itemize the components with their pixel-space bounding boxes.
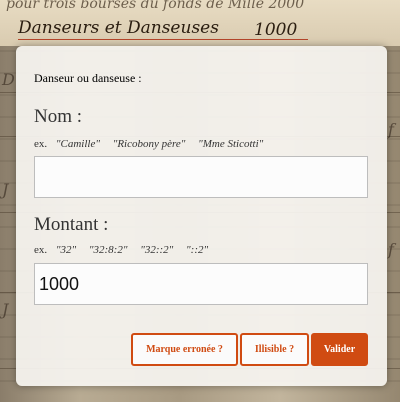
highlight-underline [18,39,308,40]
montant-example: "32:8:2" [88,244,128,256]
background-scribble: D [2,70,15,89]
montant-example: "32::2" [140,244,174,256]
background-scribble: J [2,300,9,319]
wrong-mark-button[interactable]: Marque erronée ? [131,333,238,366]
nom-examples: ex. "Camille" "Ricobony père" "Mme Stico… [34,138,273,150]
manuscript-header-strip: pour trois bourses du fonds de Mille 200… [0,0,400,46]
validate-button[interactable]: Valider [311,333,368,366]
montant-example: "::2" [186,244,209,256]
montant-examples-prefix: ex. [34,244,48,256]
manuscript-header-script: Danseurs et Danseuses [18,18,219,38]
manuscript-top-script: pour trois bourses du fonds de Mille 200… [6,0,305,12]
dialog-title: Danseur ou danseuse : [34,71,142,85]
transcription-dialog: Danseur ou danseuse : Nom : ex. "Camille… [16,46,387,386]
montant-example: "32" [55,244,77,256]
montant-label: Montant : [34,214,109,235]
nom-example: "Mme Sticotti" [198,138,264,150]
nom-example: "Camille" [55,138,100,150]
background-scribble: f [388,120,394,139]
nom-label: Nom : [34,106,83,127]
background-scribble: J [2,180,9,199]
manuscript-header-amount: 1000 [254,20,298,40]
illegible-button[interactable]: Illisible ? [240,333,309,366]
nom-input[interactable] [34,156,368,198]
nom-examples-prefix: ex. [34,138,48,150]
nom-example: "Ricobony père" [112,138,186,150]
montant-input[interactable] [34,263,368,305]
background-scribble: f [388,240,394,259]
montant-examples: ex. "32" "32:8:2" "32::2" "::2" [34,244,218,256]
